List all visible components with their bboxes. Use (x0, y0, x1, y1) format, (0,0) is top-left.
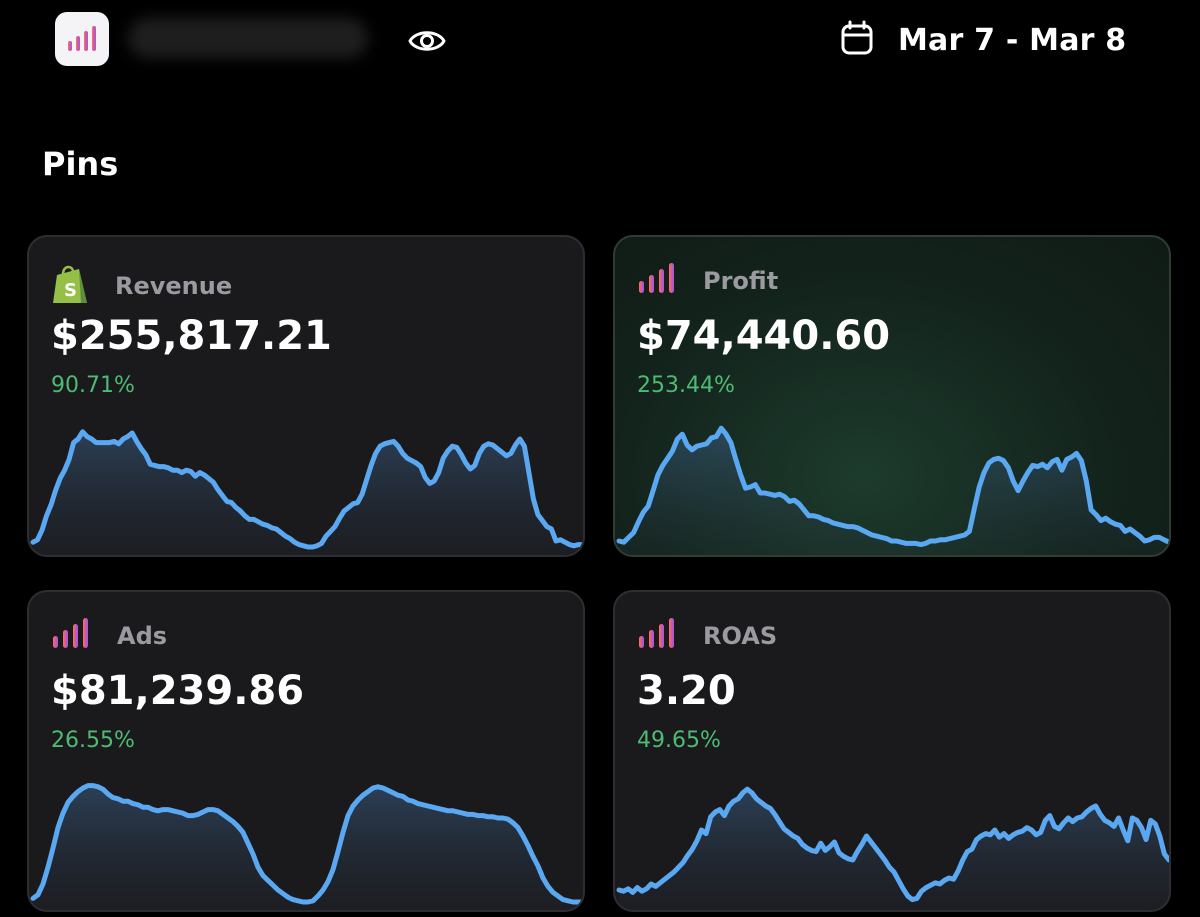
app-logo-icon[interactable] (55, 12, 109, 66)
roas-card[interactable]: ROAS 3.20 49.65% (613, 590, 1171, 912)
bars-icon (637, 263, 679, 299)
top-bar: Mar 7 - Mar 8 (0, 0, 1200, 90)
sparkline-area (619, 789, 1169, 910)
bars-icon (51, 618, 93, 654)
section-title: Pins (42, 145, 119, 183)
svg-text:S: S (64, 280, 77, 301)
sparkline-area (33, 785, 583, 910)
eye-icon[interactable] (406, 20, 448, 62)
card-label: Profit (703, 267, 779, 295)
sparkline-chart (616, 786, 1169, 910)
card-change: 26.55% (51, 728, 135, 753)
profit-card[interactable]: Profit $74,440.60 253.44% (613, 235, 1171, 557)
card-value: $255,817.21 (51, 313, 332, 359)
shopify-icon: S (51, 263, 91, 309)
card-change: 253.44% (637, 373, 735, 398)
card-value: $81,239.86 (51, 668, 305, 714)
card-change: 90.71% (51, 373, 135, 398)
card-value: $74,440.60 (637, 313, 891, 359)
card-label: Ads (117, 622, 168, 650)
card-value: 3.20 (637, 668, 736, 714)
sparkline-chart (616, 425, 1169, 555)
date-range-picker[interactable]: Mar 7 - Mar 8 (840, 18, 1126, 62)
account-name-redacted (128, 18, 368, 58)
calendar-icon (840, 20, 874, 60)
card-label: ROAS (703, 622, 778, 650)
date-range-label: Mar 7 - Mar 8 (898, 22, 1127, 58)
sparkline-chart (30, 783, 583, 910)
sparkline-chart (30, 429, 583, 555)
card-label: Revenue (115, 272, 233, 300)
revenue-card[interactable]: S Revenue $255,817.21 90.71% (27, 235, 585, 557)
card-change: 49.65% (637, 728, 721, 753)
ads-card[interactable]: Ads $81,239.86 26.55% (27, 590, 585, 912)
bars-icon (637, 618, 679, 654)
